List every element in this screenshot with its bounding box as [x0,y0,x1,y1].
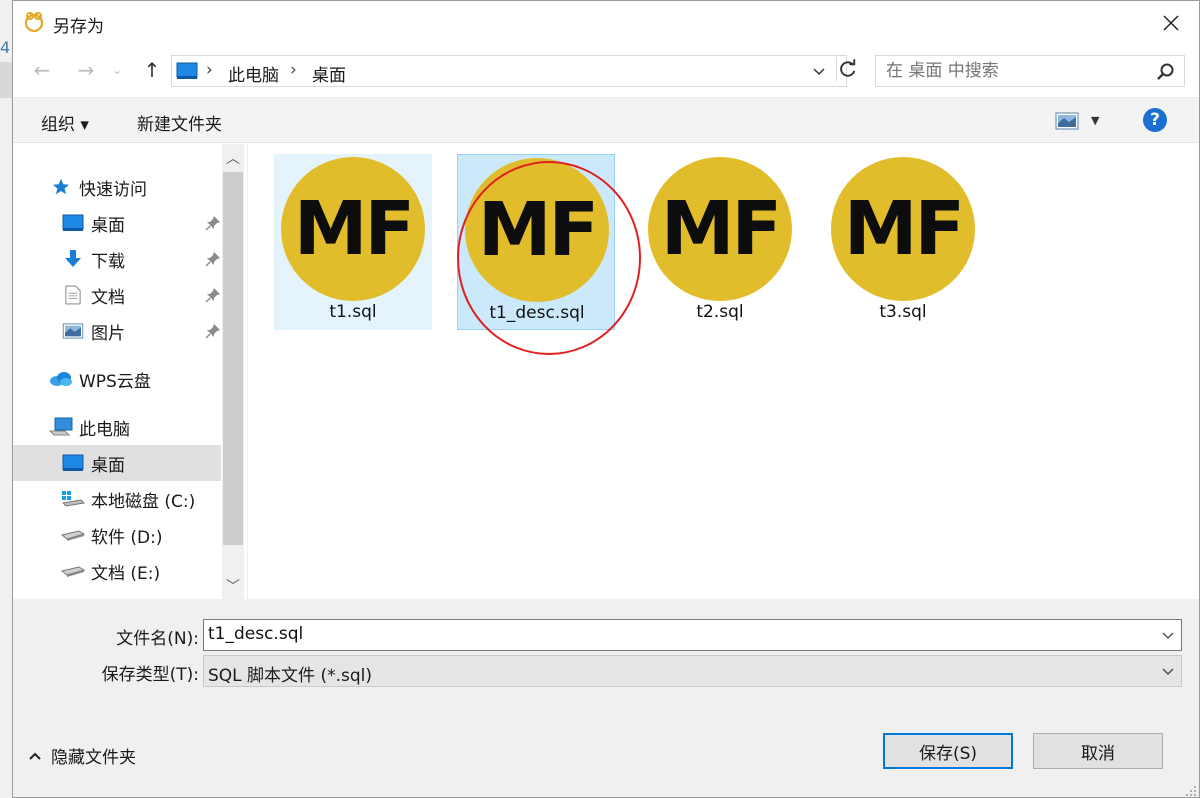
file-item-t1[interactable]: MF t1.sql [274,154,432,330]
pictures-icon [61,320,85,342]
app-bee-icon [24,12,44,33]
view-options-icon[interactable] [1055,112,1079,130]
cancel-button[interactable]: 取消 [1033,733,1163,769]
background-edge-number: 4 [0,38,11,57]
desktop-icon [61,212,85,234]
back-arrow-icon[interactable]: ← [29,57,55,83]
scrollbar-thumb[interactable] [223,172,243,545]
recent-locations-chevron-icon[interactable]: ⌄ [109,57,125,83]
chevron-down-icon[interactable] [810,62,828,80]
navicat-mf-file-icon: MF [465,158,609,302]
pin-icon[interactable] [205,323,221,339]
hide-folders-button[interactable]: 隐藏文件夹 [27,743,136,768]
sidebar-item-drive-e[interactable]: 文档 (E:) [61,553,221,589]
navicat-mf-file-icon: MF [831,157,975,301]
file-item-t3[interactable]: MF t3.sql [824,154,982,330]
file-item-t2[interactable]: MF t2.sql [641,154,799,330]
navigation-bar: ← → ⌄ ↑ › 此电脑 › 桌面 [13,51,1199,91]
sidebar-item-desktop[interactable]: 桌面 [13,445,221,481]
breadcrumb-this-pc[interactable]: 此电脑 [228,61,279,86]
download-icon [61,248,85,270]
file-name: t3.sql [879,302,927,322]
file-list: MF t1.sql MF t1_desc.sql MF t2.sql MF t3… [247,144,1199,599]
help-icon[interactable]: ? [1143,108,1167,132]
file-item-t1-desc[interactable]: MF t1_desc.sql [457,154,615,330]
scroll-down-arrow-icon[interactable]: ﹀ [222,574,244,598]
title-bar: 另存为 [13,1,1199,45]
background-band [0,62,12,98]
filename-field[interactable] [203,619,1182,651]
file-name: t1_desc.sql [489,303,585,323]
save-button[interactable]: 保存(S) [883,733,1013,769]
chevron-up-icon [29,752,41,760]
resize-grip-icon[interactable] [1183,783,1197,797]
search-icon[interactable] [1156,62,1176,82]
filename-label: 文件名(N): [116,629,199,649]
chevron-down-icon[interactable] [1161,664,1175,678]
drive-icon [61,560,85,582]
background-window-edge: 4 [0,0,12,798]
desktop-icon [61,452,85,474]
navicat-mf-file-icon: MF [281,157,425,301]
pin-icon[interactable] [205,287,221,303]
refresh-icon[interactable] [836,57,860,81]
chevron-right-icon: › [206,60,213,80]
search-input[interactable] [886,61,1136,81]
new-folder-button[interactable]: 新建文件夹 [137,110,222,135]
address-bar[interactable]: › 此电脑 › 桌面 [171,55,847,87]
breadcrumb-desktop[interactable]: 桌面 [312,61,346,86]
up-arrow-icon[interactable]: ↑ [139,57,165,83]
sidebar-item-downloads[interactable]: 下载 [61,241,221,277]
scroll-up-arrow-icon[interactable]: ︿ [222,146,244,170]
file-type-select[interactable]: SQL 脚本文件 (*.sql) [203,655,1182,687]
navicat-mf-file-icon: MF [648,157,792,301]
sidebar-scrollbar[interactable]: ︿ ﹀ [222,144,244,599]
save-as-dialog: 另存为 ← → ⌄ ↑ › 此电脑 › 桌面 在 桌面 中搜索 组织 ▾ 新建文… [12,0,1200,798]
sidebar-item-pictures[interactable]: 图片 [61,313,221,349]
filename-input[interactable] [208,624,1138,644]
windows-drive-icon [61,488,85,510]
file-name: t2.sql [696,302,744,322]
star-icon [49,176,73,198]
command-bar: 组织 ▾ 新建文件夹 ▼ ? [13,97,1199,143]
file-type-value: SQL 脚本文件 (*.sql) [208,666,372,686]
sidebar-item-desktop-pinned[interactable]: 桌面 [61,205,221,241]
organize-menu[interactable]: 组织 ▾ [41,110,89,135]
pin-icon[interactable] [205,215,221,231]
computer-icon [49,416,73,438]
sidebar-item-drive-d[interactable]: 软件 (D:) [61,517,221,553]
sidebar-item-documents[interactable]: 文档 [61,277,221,313]
drive-icon [61,524,85,546]
pin-icon[interactable] [205,251,221,267]
chevron-right-icon: › [290,60,297,80]
view-dropdown-icon[interactable]: ▼ [1091,114,1099,127]
sidebar-item-drive-c[interactable]: 本地磁盘 (C:) [61,481,221,517]
file-type-label: 保存类型(T): [101,665,199,685]
navigation-pane: 快速访问 桌面 下载 文档 图片 WPS云盘 此电脑 桌面 本地磁盘 (C:) … [13,144,247,599]
desktop-icon [176,62,198,79]
window-title: 另存为 [53,17,104,37]
forward-arrow-icon[interactable]: → [73,57,99,83]
chevron-down-icon[interactable] [1161,628,1175,642]
document-icon [61,284,85,306]
cloud-icon [49,368,73,390]
search-box[interactable] [875,55,1185,87]
save-options-panel: 文件名(N): 保存类型(T): SQL 脚本文件 (*.sql) 隐藏文件夹 … [13,599,1199,797]
file-name: t1.sql [329,302,377,322]
close-icon[interactable] [1157,9,1185,37]
